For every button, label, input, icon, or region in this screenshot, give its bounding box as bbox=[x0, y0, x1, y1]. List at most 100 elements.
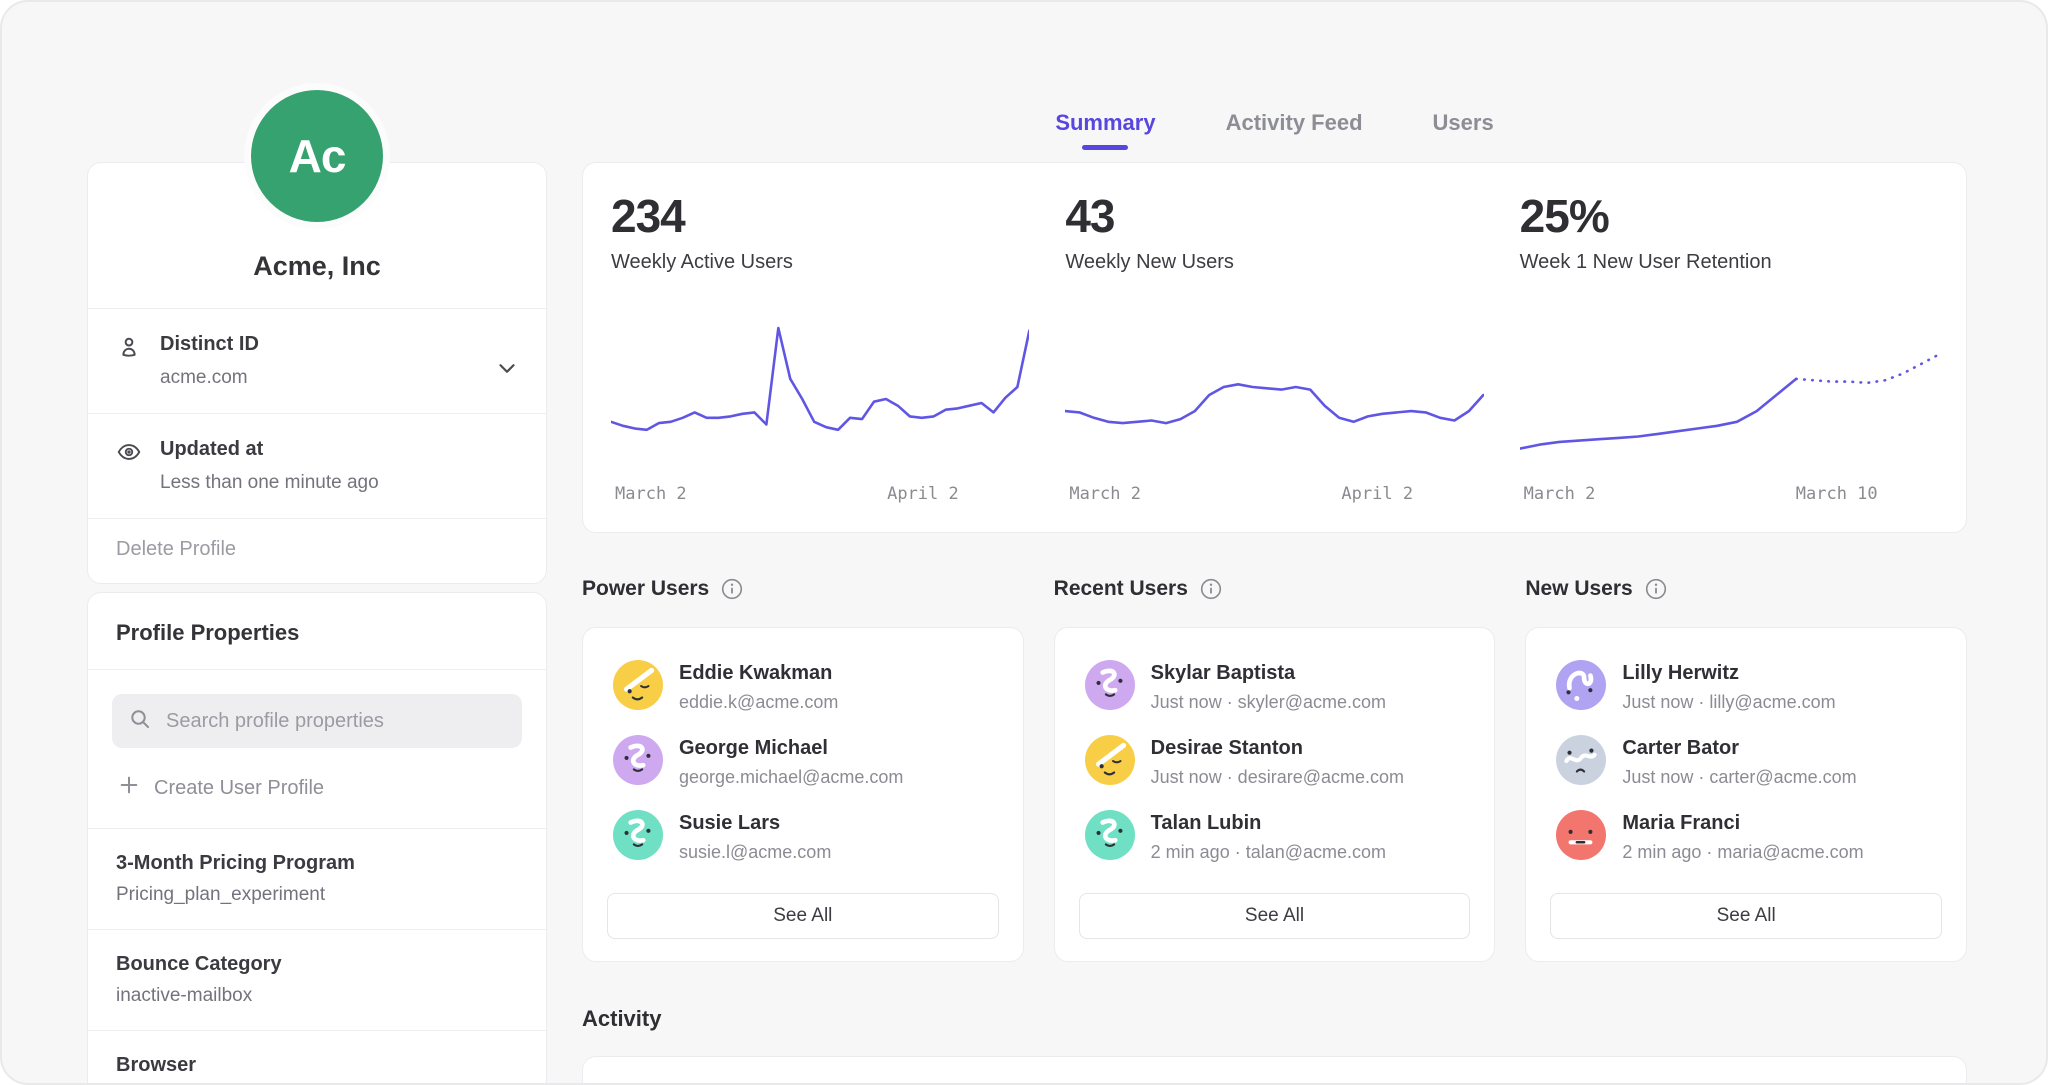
property-value: inactive-mailbox bbox=[116, 985, 518, 1007]
squiggle-face bbox=[1085, 810, 1135, 860]
user-row[interactable]: Skylar Baptista Just now · skyler@acme.co… bbox=[1079, 654, 1471, 719]
chevron-down-icon[interactable] bbox=[494, 355, 520, 381]
search-input[interactable] bbox=[164, 709, 506, 734]
property-name: 3-Month Pricing Program bbox=[116, 852, 518, 875]
plus-icon bbox=[118, 774, 140, 802]
stat-week1-retention: 25% Week 1 New User Retention March 2 Ma… bbox=[1520, 193, 1938, 506]
user-name: Lilly Herwitz bbox=[1622, 662, 1835, 685]
user-name: Desirae Stanton bbox=[1151, 737, 1404, 760]
profile-properties-title: Profile Properties bbox=[88, 593, 546, 669]
tab-summary[interactable]: Summary bbox=[1055, 110, 1155, 150]
axis-tick-start: March 2 bbox=[615, 484, 687, 504]
user-name: Susie Lars bbox=[679, 812, 831, 835]
profile-card: Acme, Inc Distinct ID acme.com bbox=[87, 162, 547, 584]
user-detail: Just now · skyler@acme.com bbox=[1151, 692, 1386, 713]
activity-title: Activity bbox=[582, 1006, 1967, 1032]
user-name: Eddie Kwakman bbox=[679, 662, 838, 685]
user-row[interactable]: Eddie Kwakman eddie.k@acme.com bbox=[607, 654, 999, 719]
user-detail: 2 min ago · maria@acme.com bbox=[1622, 842, 1863, 863]
wink-face bbox=[613, 660, 663, 710]
info-icon[interactable] bbox=[721, 578, 743, 600]
user-avatar bbox=[1556, 810, 1606, 860]
user-rows: Skylar Baptista Just now · skyler@acme.co… bbox=[1079, 654, 1471, 869]
stat-weekly-active-users: 234 Weekly Active Users March 2 April 2 bbox=[611, 193, 1029, 506]
user-detail: eddie.k@acme.com bbox=[679, 692, 838, 713]
field-text: Updated at Less than one minute ago bbox=[160, 438, 379, 494]
user-detail: susie.l@acme.com bbox=[679, 842, 831, 863]
company-avatar-initials: Ac bbox=[289, 129, 346, 183]
recent-users-section: Recent Users Skylar Baptista Just now · s… bbox=[1054, 577, 1496, 962]
list-header: Recent Users bbox=[1054, 577, 1496, 601]
info-icon[interactable] bbox=[1200, 578, 1222, 600]
user-avatar bbox=[1085, 810, 1135, 860]
user-detail: Just now · lilly@acme.com bbox=[1622, 692, 1835, 713]
tab-users[interactable]: Users bbox=[1433, 110, 1494, 150]
x-axis: March 2 April 2 bbox=[611, 484, 1029, 506]
list-title: Recent Users bbox=[1054, 577, 1188, 601]
user-detail: Just now · desirare@acme.com bbox=[1151, 767, 1404, 788]
user-avatar bbox=[1556, 660, 1606, 710]
zigzag-face bbox=[1556, 735, 1606, 785]
user-row[interactable]: Lilly Herwitz Just now · lilly@acme.com bbox=[1550, 654, 1942, 719]
tab-activity-feed[interactable]: Activity Feed bbox=[1226, 110, 1363, 150]
property-name: Browser bbox=[116, 1054, 518, 1077]
user-rows: Lilly Herwitz Just now · lilly@acme.com Ca… bbox=[1550, 654, 1942, 869]
user-row[interactable]: George Michaelgeorge.michael@acme.com bbox=[607, 729, 999, 794]
main-content: Summary Activity Feed Users 234 Weekly A… bbox=[582, 2, 1967, 1085]
field-distinct-id: Distinct ID acme.com bbox=[88, 308, 546, 413]
user-row[interactable]: Maria Franci2 min ago · maria@acme.com bbox=[1550, 804, 1942, 869]
field-text: Distinct ID acme.com bbox=[160, 333, 259, 389]
property-row[interactable]: 3-Month Pricing ProgramPricing_plan_expe… bbox=[88, 828, 546, 929]
stats-grid: 234 Weekly Active Users March 2 April 2 … bbox=[583, 163, 1966, 532]
property-list: 3-Month Pricing ProgramPricing_plan_expe… bbox=[88, 828, 546, 1085]
property-row[interactable]: BrowserChrome bbox=[88, 1030, 546, 1085]
loop-face bbox=[1556, 660, 1606, 710]
see-all-button[interactable]: See All bbox=[1550, 893, 1942, 939]
user-lists: Power Users Eddie Kwakman eddie.k@acme.co… bbox=[582, 577, 1967, 962]
user-name: Skylar Baptista bbox=[1151, 662, 1386, 685]
user-text: Carter BatorJust now · carter@acme.com bbox=[1622, 735, 1856, 788]
field-updated-at: Updated at Less than one minute ago bbox=[88, 413, 546, 518]
see-all-button[interactable]: See All bbox=[607, 893, 999, 939]
stat-value: 25% bbox=[1520, 193, 1938, 239]
stat-label: Weekly Active Users bbox=[611, 251, 1029, 274]
list-header: New Users bbox=[1525, 577, 1967, 601]
axis-tick-end: April 2 bbox=[887, 484, 959, 504]
tab-label: Summary bbox=[1055, 110, 1155, 135]
squiggle-face bbox=[1085, 660, 1135, 710]
summary-card: 234 Weekly Active Users March 2 April 2 … bbox=[582, 162, 1967, 533]
user-text: Lilly Herwitz Just now · lilly@acme.com bbox=[1622, 660, 1835, 713]
activity-grid: 234 940 3.4k bbox=[583, 1057, 1966, 1085]
tab-label: Users bbox=[1433, 110, 1494, 135]
stat-label: Week 1 New User Retention bbox=[1520, 251, 1938, 274]
delete-profile-row: Delete Profile bbox=[88, 518, 546, 583]
flat-face bbox=[1556, 810, 1606, 860]
user-card: Eddie Kwakman eddie.k@acme.com George Mich… bbox=[582, 627, 1024, 962]
activity-card: 234 940 3.4k bbox=[582, 1056, 1967, 1085]
user-row[interactable]: Desirae Stanton Just now · desirare@acme.… bbox=[1079, 729, 1471, 794]
user-text: Skylar Baptista Just now · skyler@acme.co… bbox=[1151, 660, 1386, 713]
delete-profile-button[interactable]: Delete Profile bbox=[116, 538, 236, 561]
user-text: Susie Lars susie.l@acme.com bbox=[679, 810, 831, 863]
user-avatar bbox=[613, 810, 663, 860]
user-row[interactable]: Carter BatorJust now · carter@acme.com bbox=[1550, 729, 1942, 794]
info-icon[interactable] bbox=[1645, 578, 1667, 600]
user-avatar bbox=[613, 735, 663, 785]
create-user-profile-button[interactable]: Create User Profile bbox=[112, 748, 330, 822]
user-text: Eddie Kwakman eddie.k@acme.com bbox=[679, 660, 838, 713]
user-text: Maria Franci2 min ago · maria@acme.com bbox=[1622, 810, 1863, 863]
axis-tick-start: March 2 bbox=[1069, 484, 1141, 504]
week1-retention-chart bbox=[1520, 312, 1938, 472]
user-avatar bbox=[1085, 735, 1135, 785]
list-header: Power Users bbox=[582, 577, 1024, 601]
property-row[interactable]: Bounce Categoryinactive-mailbox bbox=[88, 929, 546, 1030]
user-card: Skylar Baptista Just now · skyler@acme.co… bbox=[1054, 627, 1496, 962]
user-text: Desirae Stanton Just now · desirare@acme.… bbox=[1151, 735, 1404, 788]
stat-value: 234 bbox=[611, 193, 1029, 239]
field-value: Less than one minute ago bbox=[160, 472, 379, 494]
user-row[interactable]: Susie Lars susie.l@acme.com bbox=[607, 804, 999, 869]
field-value: acme.com bbox=[160, 367, 259, 389]
user-row[interactable]: Talan Lubin2 min ago · talan@acme.com bbox=[1079, 804, 1471, 869]
see-all-button[interactable]: See All bbox=[1079, 893, 1471, 939]
user-name: Carter Bator bbox=[1622, 737, 1856, 760]
